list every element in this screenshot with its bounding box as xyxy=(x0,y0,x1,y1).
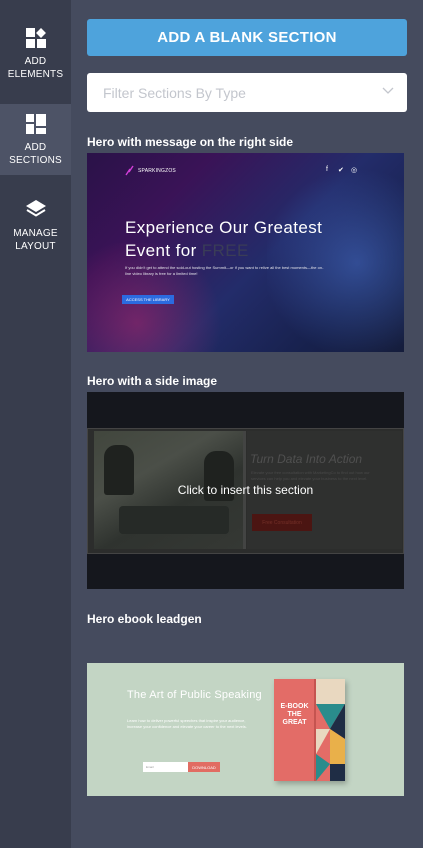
preview-body: If you didn't get to attend the sold-out… xyxy=(125,265,324,276)
section-title: Hero with a side image xyxy=(87,374,218,388)
add-elements-icon xyxy=(25,28,46,48)
section-thumbnail-hero-ebook-leadgen[interactable]: The Art of Public Speaking Learn how to … xyxy=(87,663,404,796)
filter-sections-select[interactable]: Filter Sections By Type xyxy=(87,73,407,112)
insert-section-hover-label: Click to insert this section xyxy=(177,483,314,497)
preview-email-field: Email xyxy=(143,762,188,772)
preview-body: Learn how to deliver powerful speeches t… xyxy=(127,718,247,729)
facebook-icon: f xyxy=(326,166,328,173)
filter-placeholder: Filter Sections By Type xyxy=(103,84,246,101)
instagram-icon: ◎ xyxy=(351,167,358,174)
preview-heading: Turn Data Into Action xyxy=(250,452,363,466)
left-rail: ADD ELEMENTS ADD SECTIONS MANAGE LAYOUT xyxy=(0,0,71,848)
add-sections-icon xyxy=(25,114,46,134)
preview-heading: The Art of Public Speaking xyxy=(127,689,262,701)
sidebar-item-label: MANAGE LAYOUT xyxy=(13,228,58,252)
preview-cta: ACCESS THE LIBRARY xyxy=(122,295,174,304)
twitter-icon: ✔ xyxy=(338,167,344,174)
sidebar-item-manage-layout[interactable]: MANAGE LAYOUT xyxy=(0,190,71,260)
ebook-cover-text: E-BOOK THE GREAT xyxy=(280,703,309,726)
sidebar-item-add-sections[interactable]: ADD SECTIONS xyxy=(0,104,71,175)
preview-body: Elevate your free consultation with Mark… xyxy=(251,470,370,481)
sidebar-item-label: ADD SECTIONS xyxy=(9,142,62,166)
section-title: Hero with message on the right side xyxy=(87,135,294,149)
preview-headline: Experience Our Greatest Event for FREE xyxy=(125,218,323,260)
section-title: Hero ebook leadgen xyxy=(87,612,202,626)
preview-cta: Free Consultation xyxy=(252,514,312,531)
ebook-cover-image: E-BOOK THE GREAT xyxy=(274,679,345,781)
sidebar-item-label: ADD ELEMENTS xyxy=(7,56,64,80)
section-thumbnail-hero-right-message[interactable]: SPARKINGZOS f ✔ ◎ Experience Our Greates… xyxy=(87,153,404,352)
chevron-down-icon xyxy=(382,87,394,94)
spark-logo-icon xyxy=(125,165,134,176)
layers-icon xyxy=(25,200,46,217)
add-blank-section-button[interactable]: ADD A BLANK SECTION xyxy=(87,19,407,56)
preview-download-button: DOWNLOAD xyxy=(188,762,220,772)
section-thumbnail-hero-side-image[interactable]: Turn Data Into Action Elevate your free … xyxy=(87,392,404,589)
preview-logo: SPARKINGZOS xyxy=(125,165,176,176)
sidebar-item-add-elements[interactable]: ADD ELEMENTS xyxy=(0,0,71,90)
